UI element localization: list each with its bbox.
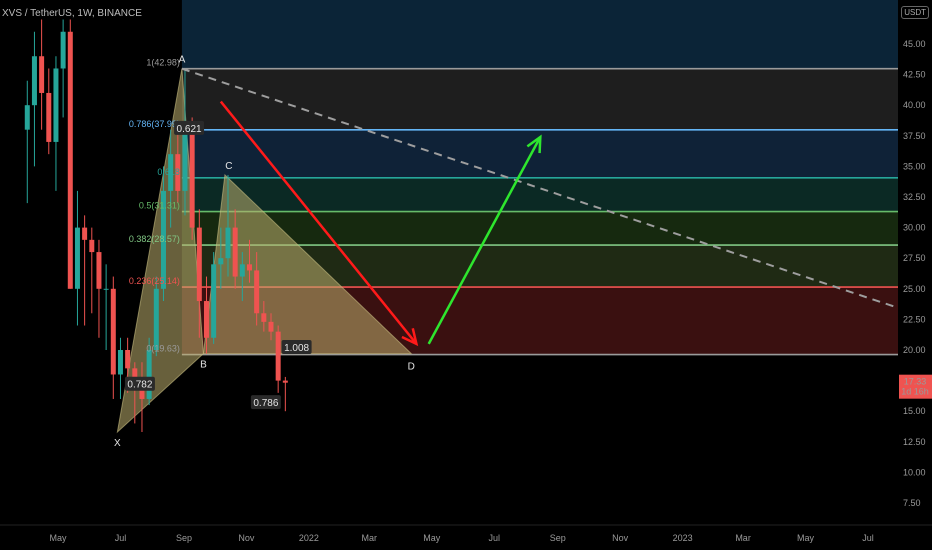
candle-body — [82, 227, 88, 240]
candle-body — [153, 288, 159, 350]
price-tick-label: 32.50 — [903, 192, 926, 202]
time-tick-label: Nov — [612, 533, 629, 543]
candle-body — [232, 227, 238, 277]
candle-body — [110, 288, 116, 375]
candle-body — [182, 129, 188, 191]
ratio-label: 0.786 — [253, 398, 278, 409]
candle-body — [211, 264, 217, 338]
price-tick-label: 35.00 — [903, 161, 926, 171]
candle-body — [261, 313, 267, 322]
price-tick-label: 7.50 — [903, 498, 921, 508]
chart-svg: 1(42.98) 0.786(37.99) 0.618 0.5(31.31) 0.382… — [0, 0, 932, 550]
candle-body — [203, 301, 209, 338]
chart-root: XVS / TetherUS, 1W, BINANCE USDT 1(42.98… — [0, 0, 932, 550]
time-tick-label: May — [423, 533, 441, 543]
price-tick-label: 37.50 — [903, 131, 926, 141]
ratio-label: 1.008 — [284, 343, 309, 354]
candle-body — [196, 227, 202, 302]
candle-body — [225, 227, 231, 259]
pattern-point-C: C — [225, 161, 232, 172]
candle-body — [125, 350, 131, 369]
fib-zone-0.618 — [181, 177, 899, 212]
candle-body — [189, 129, 195, 228]
price-tick-label: 27.50 — [903, 253, 926, 263]
candle-body — [218, 258, 224, 265]
candle-body — [74, 227, 80, 289]
price-tick-label: 12.50 — [903, 437, 926, 447]
pattern-point-D: D — [408, 362, 415, 373]
time-tick-label: Mar — [362, 533, 378, 543]
symbol-header: XVS / TetherUS, 1W, BINANCE — [2, 8, 142, 19]
candle-body — [96, 252, 102, 289]
time-tick-label: 2022 — [299, 533, 319, 543]
time-tick-label: Sep — [176, 533, 192, 543]
fib-label-0.786: 0.786(37.99) — [129, 119, 180, 129]
candle-body — [89, 239, 95, 253]
price-tick-label: 20.00 — [903, 345, 926, 355]
time-tick-label: Jul — [862, 533, 874, 543]
time-tick-label: Sep — [550, 533, 566, 543]
candle-body — [268, 321, 274, 332]
price-tag-countdown: 1d 16h — [901, 387, 929, 397]
candle-body — [282, 380, 288, 383]
pattern-point-X: X — [114, 438, 121, 449]
candle-body — [246, 264, 252, 271]
candle-body — [239, 264, 245, 277]
ratio-label: 0.621 — [177, 124, 202, 135]
price-tick-label: 42.50 — [903, 70, 926, 80]
fib-zone-top — [181, 0, 899, 69]
time-tick-label: Jul — [488, 533, 500, 543]
price-tick-label: 45.00 — [903, 39, 926, 49]
candle-body — [39, 56, 45, 93]
price-tick-label: 40.00 — [903, 100, 926, 110]
price-tag-value: 17.33 — [904, 377, 927, 387]
candle-body — [60, 31, 66, 69]
fib-label-0.236: 0.236(25.14) — [129, 276, 180, 286]
candle-body — [146, 350, 152, 399]
price-tick-label: 10.00 — [903, 467, 926, 477]
candle-body — [53, 68, 59, 142]
pattern-point-A: A — [179, 55, 186, 66]
candle-body — [275, 331, 281, 381]
price-tick-label: 15.00 — [903, 406, 926, 416]
candle-body — [67, 31, 73, 289]
time-tick-label: 2023 — [673, 533, 693, 543]
time-tick-label: May — [49, 533, 67, 543]
fib-label-0.618: 0.618 — [157, 167, 180, 177]
pattern-point-B: B — [200, 360, 207, 371]
fib-zone-1 — [181, 68, 899, 130]
candle-body — [31, 56, 37, 106]
price-tick-label: 22.50 — [903, 314, 926, 324]
price-tick-label: 30.00 — [903, 223, 926, 233]
candle-body — [46, 92, 52, 142]
time-tick-label: Mar — [735, 533, 751, 543]
candle-body — [24, 105, 30, 130]
fib-label-0.382: 0.382(28.57) — [129, 234, 180, 244]
price-tick-label: 25.00 — [903, 284, 926, 294]
time-tick-label: Nov — [238, 533, 255, 543]
candle-body — [254, 270, 260, 314]
currency-badge[interactable]: USDT — [901, 6, 929, 19]
time-tick-label: May — [797, 533, 815, 543]
fib-label-0.5: 0.5(31.31) — [139, 201, 180, 211]
candle-body — [117, 350, 123, 375]
ratio-label: 0.782 — [127, 380, 152, 391]
time-tick-label: Jul — [115, 533, 127, 543]
fib-label-0: 0(19.63) — [146, 344, 180, 354]
fib-label-1: 1(42.98) — [146, 58, 180, 68]
candle-body — [103, 288, 109, 290]
